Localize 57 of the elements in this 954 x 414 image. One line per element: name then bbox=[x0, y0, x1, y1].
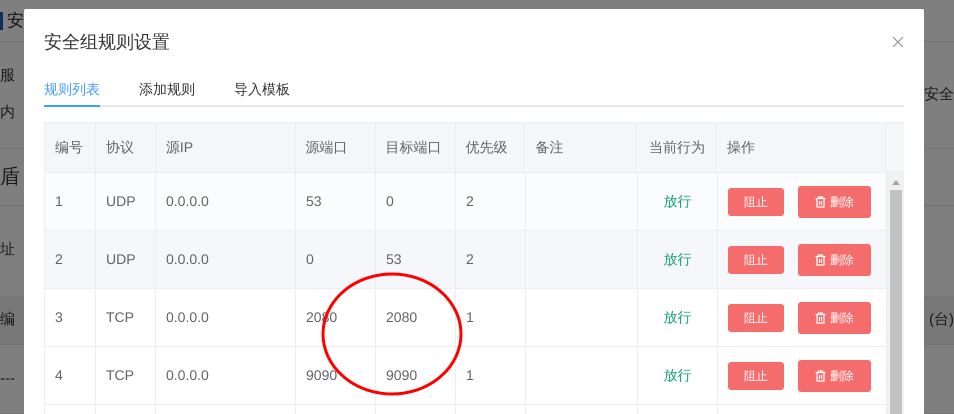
status-text: 放行 bbox=[664, 366, 692, 385]
scroll-up-icon[interactable] bbox=[892, 180, 900, 185]
delete-button[interactable]: 删除 bbox=[798, 360, 871, 392]
background-label: 内 bbox=[0, 102, 16, 123]
table-cell-text: 53 bbox=[306, 192, 322, 211]
header-accent-bar bbox=[0, 12, 3, 30]
table-cell-text: UDP bbox=[106, 250, 136, 269]
background-label: 盾 bbox=[0, 164, 21, 190]
background-label: 服 bbox=[0, 66, 16, 86]
table-cell-text: 1 bbox=[466, 366, 474, 385]
table-cell-text: 0.0.0.0 bbox=[166, 192, 209, 211]
background-label: 安全 bbox=[924, 84, 954, 105]
table-cell-text: 2 bbox=[55, 250, 63, 269]
block-button[interactable]: 阻止 bbox=[728, 246, 784, 274]
table-cell-text: 53 bbox=[386, 250, 402, 269]
background-label: 址 bbox=[0, 240, 16, 260]
table-cell-text: 0.0.0.0 bbox=[166, 366, 209, 385]
delete-button[interactable]: 删除 bbox=[798, 186, 871, 218]
table-cell-text: 1 bbox=[466, 308, 474, 327]
table-cell-text: 2 bbox=[466, 250, 474, 269]
table-cell-text: 2080 bbox=[386, 308, 418, 327]
table-cell-text: UDP bbox=[106, 192, 136, 211]
background-label: --- bbox=[0, 368, 16, 389]
dialog-title: 安全组规则设置 bbox=[44, 30, 170, 54]
close-icon[interactable] bbox=[892, 36, 904, 48]
table-cell-text: 9090 bbox=[386, 366, 418, 385]
table-cell-text: 3 bbox=[55, 308, 63, 327]
table-cell-text: 2 bbox=[466, 192, 474, 211]
trash-icon bbox=[815, 254, 826, 266]
delete-button[interactable]: 删除 bbox=[798, 244, 871, 276]
block-button[interactable]: 阻止 bbox=[728, 188, 784, 216]
status-text: 放行 bbox=[664, 250, 692, 269]
table-cell-text: 1 bbox=[55, 192, 63, 211]
tab[interactable]: 规则列表 bbox=[44, 73, 100, 107]
block-button[interactable]: 阻止 bbox=[728, 362, 784, 390]
delete-button[interactable]: 删除 bbox=[798, 302, 871, 334]
status-text: 放行 bbox=[664, 192, 692, 211]
table-cell-text: 0 bbox=[386, 192, 394, 211]
table-cell-text: TCP bbox=[106, 308, 134, 327]
table-cell-text: 0 bbox=[306, 250, 314, 269]
scrollbar[interactable] bbox=[887, 173, 904, 414]
tab[interactable]: 导入模板 bbox=[234, 73, 290, 107]
scrollbar-thumb[interactable] bbox=[890, 190, 902, 414]
background-label: 编 bbox=[0, 310, 16, 330]
page-title: 安 bbox=[7, 10, 24, 32]
table-cell-text: TCP bbox=[106, 366, 134, 385]
trash-icon bbox=[815, 196, 826, 208]
tab[interactable]: 添加规则 bbox=[139, 73, 195, 107]
block-button[interactable]: 阻止 bbox=[728, 304, 784, 332]
background-label: (台) bbox=[929, 310, 954, 330]
trash-icon bbox=[815, 312, 826, 324]
table-cell-text: 0.0.0.0 bbox=[166, 250, 209, 269]
trash-icon bbox=[815, 370, 826, 382]
status-text: 放行 bbox=[664, 308, 692, 327]
table-cell-text: 4 bbox=[55, 366, 63, 385]
table-cell-text: 9090 bbox=[306, 366, 338, 385]
table-cell-text: 0.0.0.0 bbox=[166, 308, 209, 327]
